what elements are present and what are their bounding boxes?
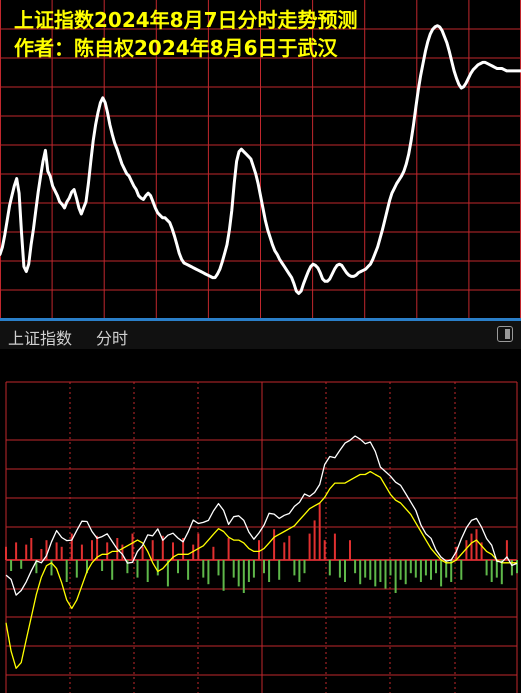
volume-bar [424,560,427,576]
volume-bar [288,535,291,560]
intraday-chart [0,349,521,693]
volume-bar [354,560,357,574]
volume-bar [298,560,301,582]
volume-bar [247,560,250,582]
volume-bar [283,542,286,560]
volume-bar [80,544,83,560]
intraday-background [0,349,521,693]
screen: 上证指数2024年8月7日分时走势预测 作者：陈自权2024年8月6日于武汉 上… [0,0,521,693]
volume-bar [470,533,473,560]
volume-bar [389,560,392,576]
volume-bar [5,546,7,560]
volume-bar [30,538,33,560]
volume-bar [146,560,149,582]
volume-bar [20,560,23,569]
volume-bar [344,560,346,582]
volume-bar [136,560,139,578]
forecast-author: 作者：陈自权2024年8月6日于武汉 [14,36,338,60]
volume-bar [197,533,200,560]
volume-bar [242,560,245,593]
volume-bar [435,560,437,574]
volume-bar [364,560,367,578]
volume-bar [217,560,220,576]
volume-bar [349,540,351,560]
volume-bar [273,529,276,560]
volume-bar [414,560,417,578]
volume-bar [25,544,28,560]
volume-bar [91,540,93,560]
volume-bar [278,560,281,580]
volume-bar [106,542,109,560]
volume-bar [222,560,225,591]
panel-toggle-icon[interactable] [497,326,513,342]
volume-bar [404,560,407,585]
volume-bar [409,560,412,574]
volume-bar [369,560,372,580]
volume-bar [359,560,362,585]
volume-bar [374,560,377,587]
volume-bar [430,560,432,580]
volume-bar [131,533,134,560]
volume-bar [500,560,503,585]
volume-bar [328,560,331,576]
volume-bar [15,542,18,560]
volume-bar [141,546,144,560]
volume-bar [151,540,154,560]
index-name[interactable]: 上证指数 [8,325,72,349]
volume-bar [379,560,382,582]
volume-bar [516,560,518,574]
volume-bar [207,560,210,585]
volume-bar [293,560,296,576]
volume-bar [440,560,443,587]
volume-bar [187,560,190,580]
volume-bar [399,560,402,580]
volume-bar [333,533,336,560]
volume-bar [258,540,260,560]
volume-bar [232,560,235,578]
volume-bar [177,560,179,574]
volume-bar [460,560,463,580]
volume-bar [308,533,311,560]
forecast-title: 上证指数2024年8月7日分时走势预测 [14,8,358,32]
volume-bar [227,538,230,560]
volume-bar [263,560,265,574]
volume-bar [156,560,159,576]
chart-mode-label[interactable]: 分时 [96,325,128,349]
volume-bar [10,560,13,571]
volume-bar [252,560,255,578]
volume-bar [318,502,321,560]
volume-bar [237,560,240,587]
volume-bar [338,560,341,578]
volume-bar [101,560,104,571]
volume-bar [475,529,478,560]
realtime-header: 上证指数 分时 [0,321,521,349]
volume-bar [111,560,114,580]
volume-bar [394,560,397,593]
forecast-panel: 上证指数2024年8月7日分时走势预测 作者：陈自权2024年8月6日于武汉 [0,0,521,318]
volume-bar [75,560,78,578]
volume-bar [485,560,488,576]
volume-bar [65,560,68,582]
volume-bar [60,546,63,560]
volume-bar [55,542,58,560]
volume-bar [121,544,124,560]
volume-bar [313,520,316,560]
volume-bar [323,540,326,560]
volume-bar [303,560,306,574]
volume-bar [212,546,215,560]
volume-bar [419,560,422,582]
volume-bar [202,560,205,578]
volume-bar [40,549,43,560]
volume-bar [495,560,498,578]
volume-bar [490,560,493,582]
volume-bar [384,560,387,589]
realtime-panel: 上证指数 分时 [0,321,521,693]
volume-bar [268,560,271,582]
